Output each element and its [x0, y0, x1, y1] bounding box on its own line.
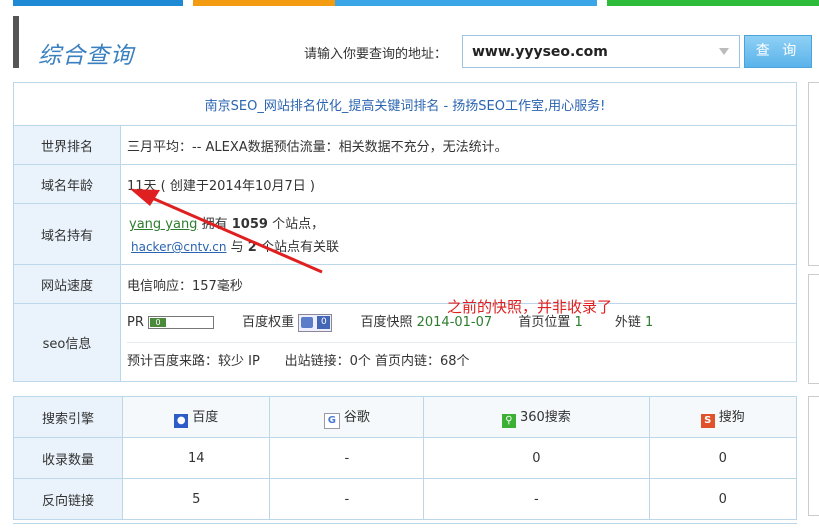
- site-title-banner[interactable]: 南京SEO_网站排名优化_提高关键词排名 - 扬扬SEO工作室,用心服务!: [13, 82, 797, 126]
- world-rank-label: 世界排名: [13, 125, 121, 165]
- search-label: 请输入你要查询的地址：: [304, 47, 448, 62]
- seo-info-label: seo信息: [13, 303, 121, 382]
- search-box[interactable]: [462, 35, 740, 68]
- sites-text: 个站点，: [272, 217, 325, 232]
- owner-email-link[interactable]: hacker@cntv.cn: [131, 240, 227, 254]
- so360-icon: ⚲: [501, 414, 516, 428]
- side-panel-middle: [808, 274, 819, 384]
- top-bar-sky: [335, 0, 597, 6]
- indexed-sogou[interactable]: 0: [648, 437, 797, 479]
- engine-col-360[interactable]: ⚲ 360搜索: [423, 396, 650, 438]
- indexed-label: 收录数量: [13, 437, 123, 479]
- indexed-360[interactable]: 0: [423, 437, 650, 479]
- owner-name-link[interactable]: yang yang: [129, 217, 197, 232]
- query-button[interactable]: 查 询: [744, 35, 812, 68]
- backlinks-google: -: [269, 478, 425, 520]
- site-speed-label: 网站速度: [13, 264, 121, 304]
- chevron-down-icon[interactable]: [719, 48, 729, 55]
- external-links-value: 1: [645, 315, 654, 330]
- home-position-label: 首页位置: [518, 315, 571, 330]
- page-title: 综合查询: [38, 43, 134, 69]
- engine-col-sogou[interactable]: S 搜狗: [648, 396, 797, 438]
- site-info-table: 南京SEO_网站排名优化_提高关键词排名 - 扬扬SEO工作室,用心服务! 世界…: [13, 82, 797, 382]
- header-mark: [13, 16, 19, 68]
- top-bar-blue: [13, 0, 183, 6]
- world-rank-value: 三月平均：-- ALEXA数据预估流量：相关数据不充分，无法统计。: [120, 125, 797, 165]
- search-input[interactable]: [463, 36, 712, 67]
- related-prefix: 与: [230, 240, 244, 255]
- site-count: 1059: [231, 217, 268, 232]
- baidu-weight-value: 0: [317, 315, 331, 329]
- owns-text: 拥有: [201, 217, 228, 232]
- pr-value: 0: [150, 318, 167, 327]
- pr-bar: 0: [148, 316, 215, 329]
- indexed-google: -: [269, 437, 425, 479]
- seo-info-line2: 预计百度来路：较少 IP 出站链接：0个 首页内链：68个: [127, 354, 470, 369]
- sogou-icon: S: [700, 414, 715, 428]
- top-bar-green: [607, 0, 819, 6]
- domain-owner-label: 域名持有: [13, 203, 121, 265]
- google-icon: G: [323, 412, 340, 429]
- external-links-label: 外链: [614, 315, 641, 330]
- domain-owner-value: yang yang 拥有 1059 个站点， hacker@cntv.cn 与 …: [120, 203, 797, 265]
- backlinks-sogou[interactable]: 0: [648, 478, 797, 520]
- related-suffix: 个站点有关联: [260, 240, 339, 255]
- annotation-text: 之前的快照，并非收录了: [447, 298, 613, 316]
- engine-col-baidu[interactable]: ● 百度: [121, 396, 271, 438]
- baidu-weight-icon[interactable]: 0: [298, 313, 333, 332]
- engine-header-label: 搜索引擎: [13, 396, 123, 438]
- domain-age-label: 域名年龄: [13, 164, 121, 204]
- side-panel-top: [808, 82, 819, 266]
- snapshot-label: 百度快照: [360, 315, 413, 330]
- baidu-icon: ●: [174, 414, 189, 428]
- indexed-baidu[interactable]: 14: [121, 437, 271, 479]
- side-panel-bottom: [808, 396, 819, 516]
- pr-label: PR: [127, 315, 144, 330]
- engine-table: 搜索引擎 ● 百度 G 谷歌 ⚲ 360搜索 S 搜狗 收录数量 14 - 0 0 反向…: [13, 396, 797, 520]
- related-count: 2: [247, 240, 257, 255]
- baidu-weight-label: 百度权重: [242, 315, 295, 330]
- backlinks-label: 反向链接: [13, 478, 123, 520]
- domain-age-value: 11天 ( 创建于2014年10月7日 ): [120, 164, 797, 204]
- engine-col-google[interactable]: G 谷歌: [269, 396, 425, 438]
- top-bar-orange: [193, 0, 335, 6]
- backlinks-baidu[interactable]: 5: [121, 478, 271, 520]
- snapshot-value[interactable]: 2014-01-07: [417, 315, 493, 330]
- backlinks-360: -: [423, 478, 650, 520]
- home-position-value: 1: [574, 315, 583, 330]
